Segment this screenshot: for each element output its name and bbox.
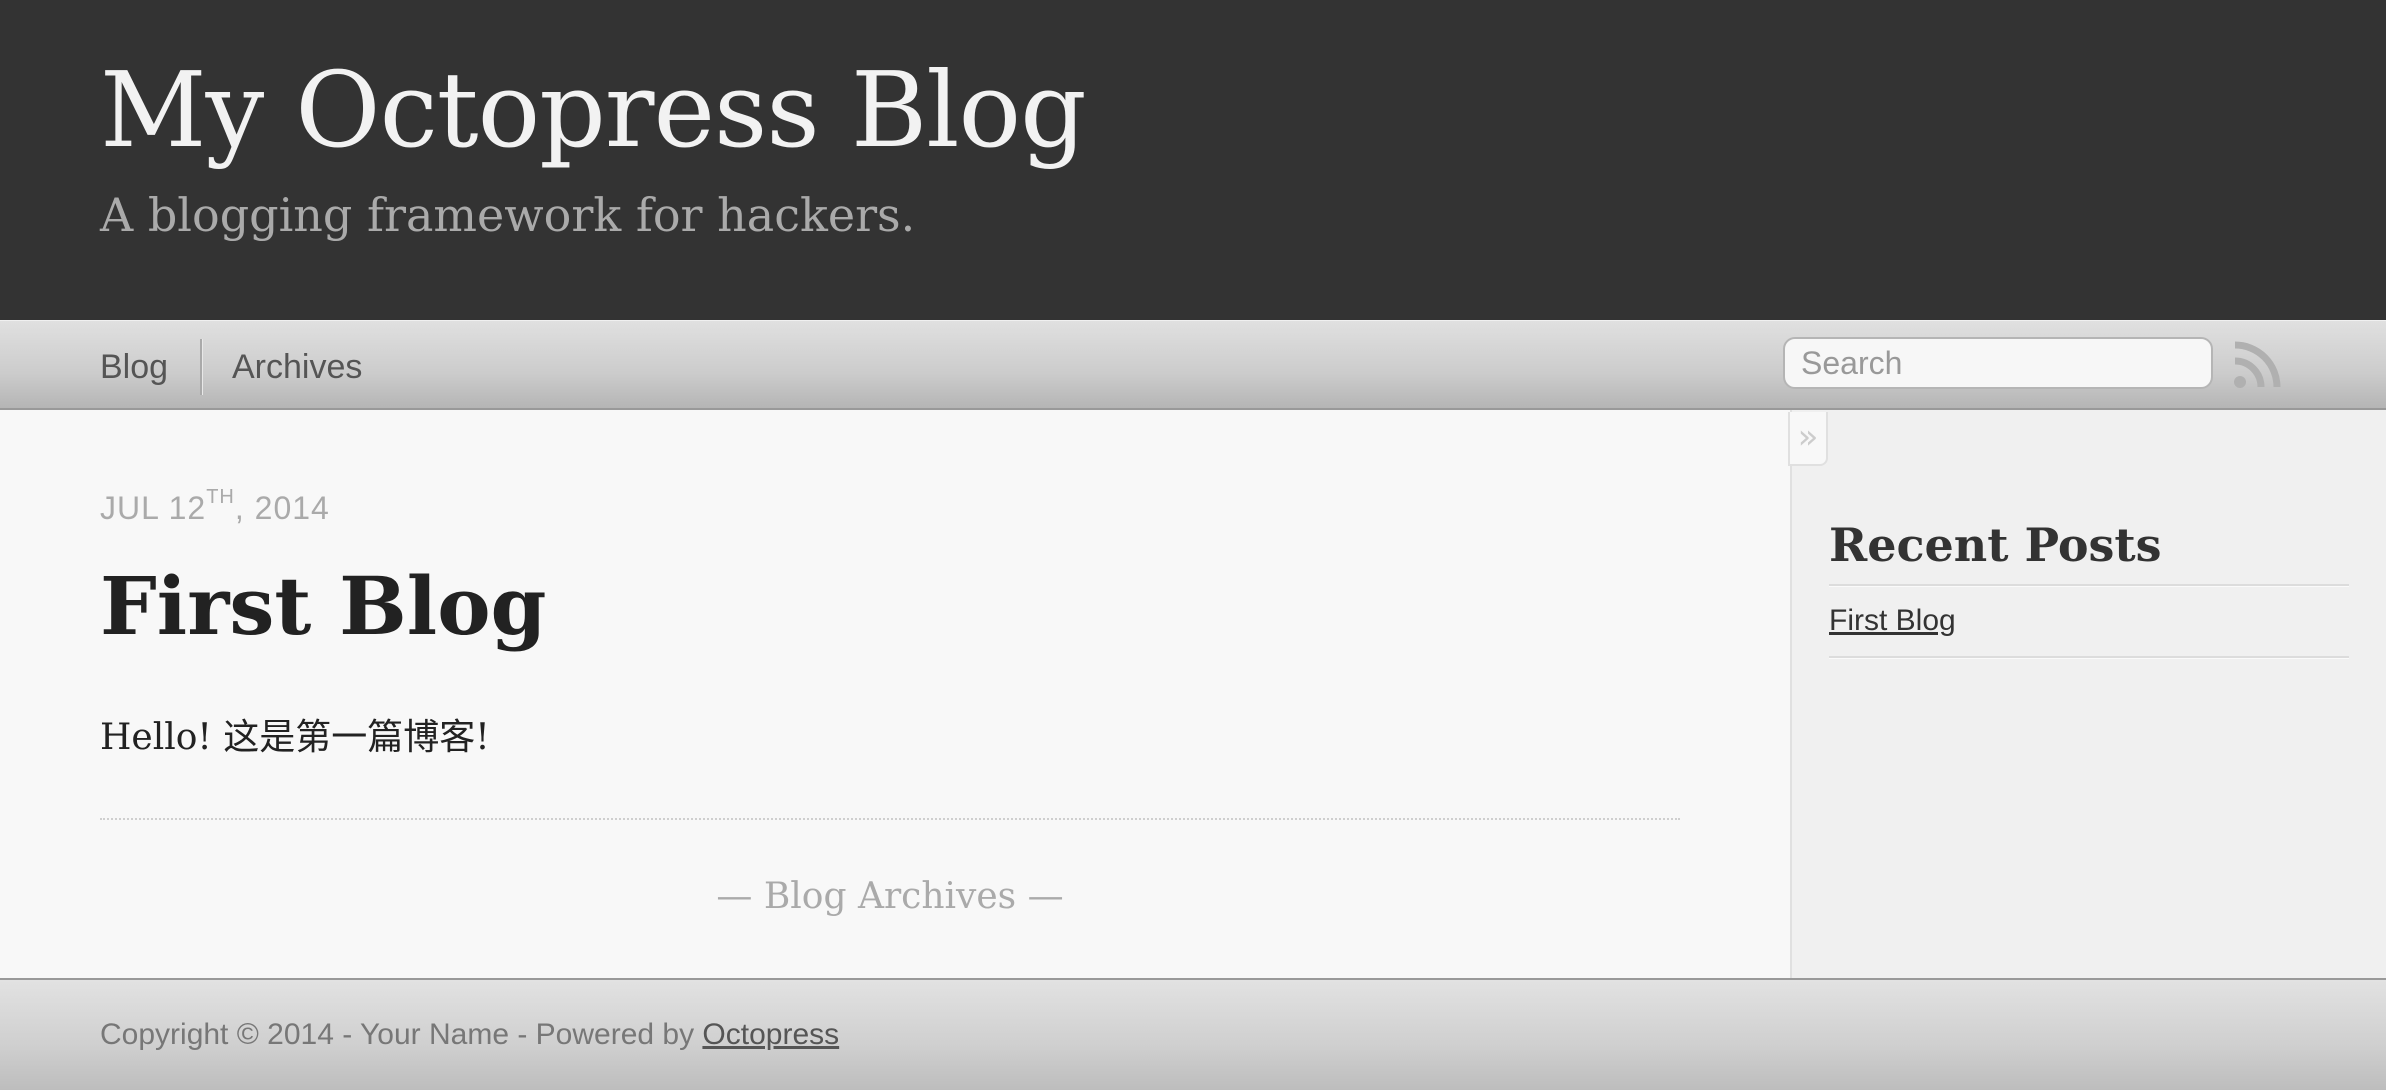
blog-archives-link-text[interactable]: — Blog Archives —	[716, 876, 1063, 917]
main-navigation: Blog Archives	[0, 320, 2386, 410]
nav-divider	[200, 339, 203, 395]
post-date-suffix: TH	[206, 486, 235, 509]
post-date-month-day: JUL 12	[100, 490, 207, 526]
sidebar	[1790, 410, 2386, 978]
site-header: My Octopress Blog A blogging framework f…	[0, 0, 2386, 320]
site-title[interactable]: My Octopress Blog	[100, 58, 1087, 162]
post-divider	[100, 818, 1680, 820]
nav-item-archives[interactable]: Archives	[232, 347, 362, 388]
post-date: JUL 12TH, 2014	[100, 486, 330, 527]
footer-octopress-link[interactable]: Octopress	[702, 1018, 839, 1051]
sidebar-toggle-button[interactable]: »	[1788, 412, 1828, 466]
recent-post-link[interactable]: First Blog	[1829, 604, 1956, 638]
site-footer: Copyright © 2014 - Your Name - Powered b…	[0, 978, 2386, 1090]
post-date-year: , 2014	[234, 490, 330, 526]
site-subtitle: A blogging framework for hackers.	[100, 188, 916, 242]
post-body: Hello! 这是第一篇博客!	[100, 717, 490, 758]
footer-copyright: Copyright © 2014 - Your Name - Powered b…	[100, 1018, 839, 1052]
sidebar-heading: Recent Posts	[1829, 518, 2162, 572]
blog-archives-link: — Blog Archives —	[0, 876, 1780, 917]
sidebar-divider	[1829, 584, 2349, 587]
nav-item-blog[interactable]: Blog	[100, 347, 168, 388]
post-title[interactable]: First Blog	[100, 566, 546, 646]
search-input[interactable]	[1783, 337, 2213, 389]
footer-copyright-text: Copyright © 2014 - Your Name - Powered b…	[100, 1018, 703, 1051]
sidebar-divider	[1829, 656, 2349, 659]
rss-icon[interactable]	[2233, 341, 2281, 389]
